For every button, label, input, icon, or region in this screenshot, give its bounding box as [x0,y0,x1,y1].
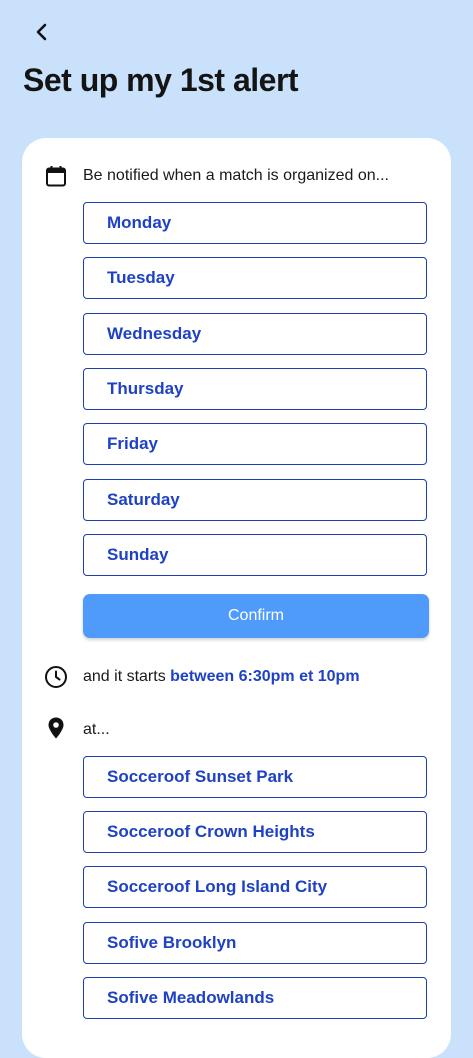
day-option-tuesday[interactable]: Tuesday [83,257,427,299]
location-option-sunset-park[interactable]: Socceroof Sunset Park [83,756,427,798]
time-range-link[interactable]: between 6:30pm et 10pm [170,668,359,685]
calendar-icon [46,166,66,187]
confirm-button[interactable]: Confirm [83,594,429,638]
day-option-saturday[interactable]: Saturday [83,479,427,521]
alert-card: Be notified when a match is organized on… [22,138,451,1058]
days-label: Be notified when a match is organized on… [83,167,389,184]
location-label: at... [83,721,110,738]
location-option-sofive-brooklyn[interactable]: Sofive Brooklyn [83,922,427,964]
back-button[interactable] [28,18,56,46]
location-pin-icon [48,717,64,739]
day-option-monday[interactable]: Monday [83,202,427,244]
day-option-wednesday[interactable]: Wednesday [83,313,427,355]
time-prefix: and it starts [83,668,166,685]
day-option-friday[interactable]: Friday [83,423,427,465]
location-option-crown-heights[interactable]: Socceroof Crown Heights [83,811,427,853]
location-option-sofive-meadowlands[interactable]: Sofive Meadowlands [83,977,427,1019]
location-option-long-island-city[interactable]: Socceroof Long Island City [83,866,427,908]
time-row: and it starts between 6:30pm et 10pm [83,668,360,686]
day-option-sunday[interactable]: Sunday [83,534,427,576]
chevron-left-icon [36,23,47,41]
clock-icon [45,666,67,688]
page-title: Set up my 1st alert [23,62,299,98]
day-option-thursday[interactable]: Thursday [83,368,427,410]
